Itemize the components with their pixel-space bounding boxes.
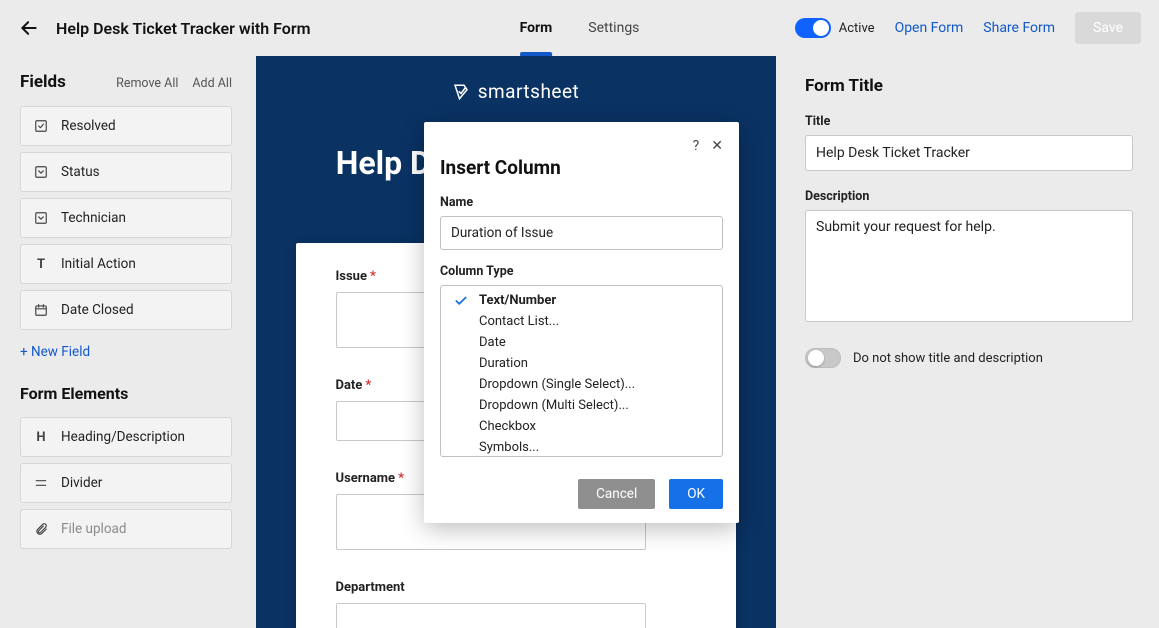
hide-title-toggle-label: Do not show title and description	[853, 351, 1043, 366]
required-indicator: *	[370, 269, 376, 284]
column-type-label: Date	[479, 335, 506, 350]
form-element-label: Divider	[61, 475, 102, 491]
form-element-item: File upload	[20, 509, 232, 549]
modal-topbar: ? ✕	[440, 138, 723, 154]
modal-name-label: Name	[440, 195, 723, 210]
topbar-left: Help Desk Ticket Tracker with Form	[18, 17, 311, 39]
column-type-label: Text/Number	[479, 293, 556, 308]
hide-title-toggle[interactable]	[805, 348, 841, 368]
field-item[interactable]: Status	[20, 152, 232, 192]
column-type-option[interactable]: Contact List...	[441, 311, 722, 332]
column-type-option[interactable]: Checkbox	[441, 416, 722, 437]
title-field-label: Title	[805, 114, 1133, 129]
check-icon	[451, 294, 471, 308]
new-field-button[interactable]: + New Field	[20, 344, 232, 360]
tab-settings[interactable]: Settings	[588, 0, 639, 56]
required-indicator: *	[398, 471, 404, 486]
field-item[interactable]: Date Closed	[20, 290, 232, 330]
open-form-link[interactable]: Open Form	[895, 20, 964, 36]
column-type-option[interactable]: Text/Number	[441, 290, 722, 311]
column-type-label: Dropdown (Multi Select)...	[479, 398, 629, 413]
topbar-right: Active Open Form Share Form Save	[795, 12, 1141, 44]
field-item-label: Initial Action	[61, 256, 136, 272]
brand-logo: smartsheet	[256, 56, 776, 115]
field-item-label: Date Closed	[61, 302, 134, 318]
field-item[interactable]: T Initial Action	[20, 244, 232, 284]
modal-type-label: Column Type	[440, 264, 723, 279]
column-type-option[interactable]: Dropdown (Single Select)...	[441, 374, 722, 395]
text-icon: T	[33, 256, 49, 272]
divider-icon	[33, 475, 49, 491]
column-type-option[interactable]: Dropdown (Multi Select)...	[441, 395, 722, 416]
field-item-label: Resolved	[61, 118, 116, 134]
active-toggle-label: Active	[839, 21, 875, 36]
column-type-label: Dropdown (Single Select)...	[479, 377, 635, 392]
modal-title: Insert Column	[440, 156, 723, 179]
field-list: Resolved Status Technician T Initial Action D…	[20, 106, 232, 330]
title-input[interactable]	[805, 135, 1133, 171]
cancel-button[interactable]: Cancel	[578, 479, 655, 509]
remove-all-button[interactable]: Remove All	[116, 76, 178, 91]
close-icon[interactable]: ✕	[711, 138, 723, 154]
active-toggle-group: Active	[795, 18, 875, 38]
insert-column-modal: ? ✕ Insert Column Name Column Type Text/…	[424, 122, 739, 523]
right-panel: Form Title Title Description Submit your…	[779, 56, 1159, 628]
back-arrow-button[interactable]	[18, 17, 40, 39]
page-title: Help Desk Ticket Tracker with Form	[56, 19, 311, 38]
form-field-row: Department	[336, 580, 696, 628]
field-item[interactable]: Resolved	[20, 106, 232, 146]
form-field-input[interactable]	[336, 603, 646, 628]
column-type-label: Duration	[479, 356, 528, 371]
heading-icon: H	[33, 429, 49, 445]
share-form-link[interactable]: Share Form	[983, 20, 1055, 36]
modal-footer: Cancel OK	[440, 479, 723, 509]
form-element-label: File upload	[61, 521, 127, 537]
form-element-label: Heading/Description	[61, 429, 185, 445]
form-elements-list: H Heading/Description Divider File upload	[20, 417, 232, 549]
fields-actions: Remove All Add All	[116, 76, 232, 91]
topbar: Help Desk Ticket Tracker with Form Form …	[0, 0, 1159, 56]
active-toggle[interactable]	[795, 18, 831, 38]
field-item-label: Status	[61, 164, 100, 180]
column-type-label: Symbols...	[479, 440, 539, 455]
dropdown-icon	[33, 164, 49, 180]
tab-form[interactable]: Form	[520, 0, 553, 56]
column-type-option[interactable]: Date	[441, 332, 722, 353]
description-field-label: Description	[805, 189, 1133, 204]
save-button[interactable]: Save	[1075, 12, 1141, 44]
dropdown-icon	[33, 210, 49, 226]
form-element-item[interactable]: H Heading/Description	[20, 417, 232, 457]
column-type-option[interactable]: Symbols...	[441, 437, 722, 457]
add-all-button[interactable]: Add All	[192, 76, 232, 91]
fields-title: Fields	[20, 72, 66, 92]
field-item[interactable]: Technician	[20, 198, 232, 238]
help-icon[interactable]: ?	[693, 138, 700, 154]
ok-button[interactable]: OK	[669, 479, 723, 509]
topbar-tabs: Form Settings	[520, 0, 640, 56]
field-item-label: Technician	[61, 210, 126, 226]
fields-header: Fields Remove All Add All	[20, 72, 232, 92]
column-name-input[interactable]	[440, 216, 723, 250]
attachment-icon	[33, 521, 49, 537]
form-field-label: Department	[336, 580, 696, 595]
column-type-label: Checkbox	[479, 419, 536, 434]
column-type-option[interactable]: Duration	[441, 353, 722, 374]
form-element-item[interactable]: Divider	[20, 463, 232, 503]
column-type-label: Contact List...	[479, 314, 559, 329]
smartsheet-logo-icon	[452, 83, 470, 101]
description-textarea[interactable]: Submit your request for help.	[805, 210, 1133, 322]
required-indicator: *	[365, 378, 371, 393]
arrow-left-icon	[19, 18, 39, 38]
column-type-list[interactable]: Text/Number Contact List... Date Duration Dr…	[440, 285, 723, 457]
hide-title-toggle-row: Do not show title and description	[805, 348, 1133, 368]
brand-text: smartsheet	[478, 80, 580, 103]
date-icon	[33, 302, 49, 318]
right-panel-title: Form Title	[805, 76, 1133, 96]
left-panel: Fields Remove All Add All Resolved Status…	[0, 56, 252, 628]
checkbox-icon	[33, 118, 49, 134]
form-elements-title: Form Elements	[20, 384, 232, 403]
